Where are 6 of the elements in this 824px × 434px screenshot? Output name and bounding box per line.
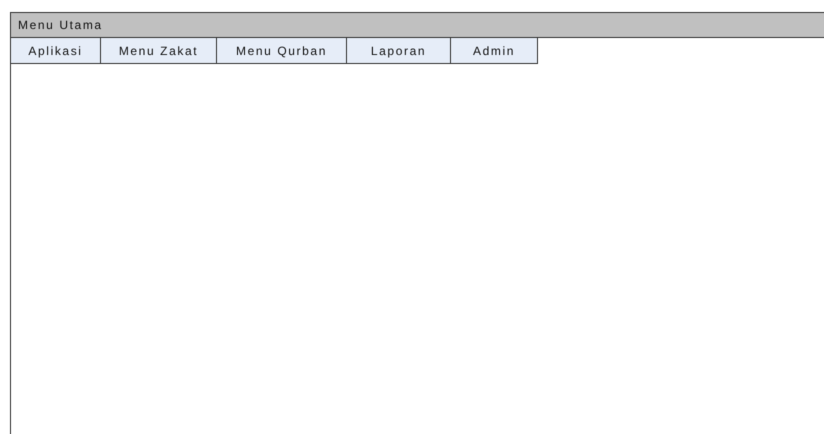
menu-item[interactable]: Admin [451,38,538,64]
menu-item[interactable]: Menu Qurban [217,38,347,64]
menu-item[interactable]: Menu Zakat [101,38,217,64]
menu-item[interactable]: Aplikasi [11,38,101,64]
window-title: Menu Utama [11,13,824,38]
menu-item[interactable]: Laporan [347,38,451,64]
